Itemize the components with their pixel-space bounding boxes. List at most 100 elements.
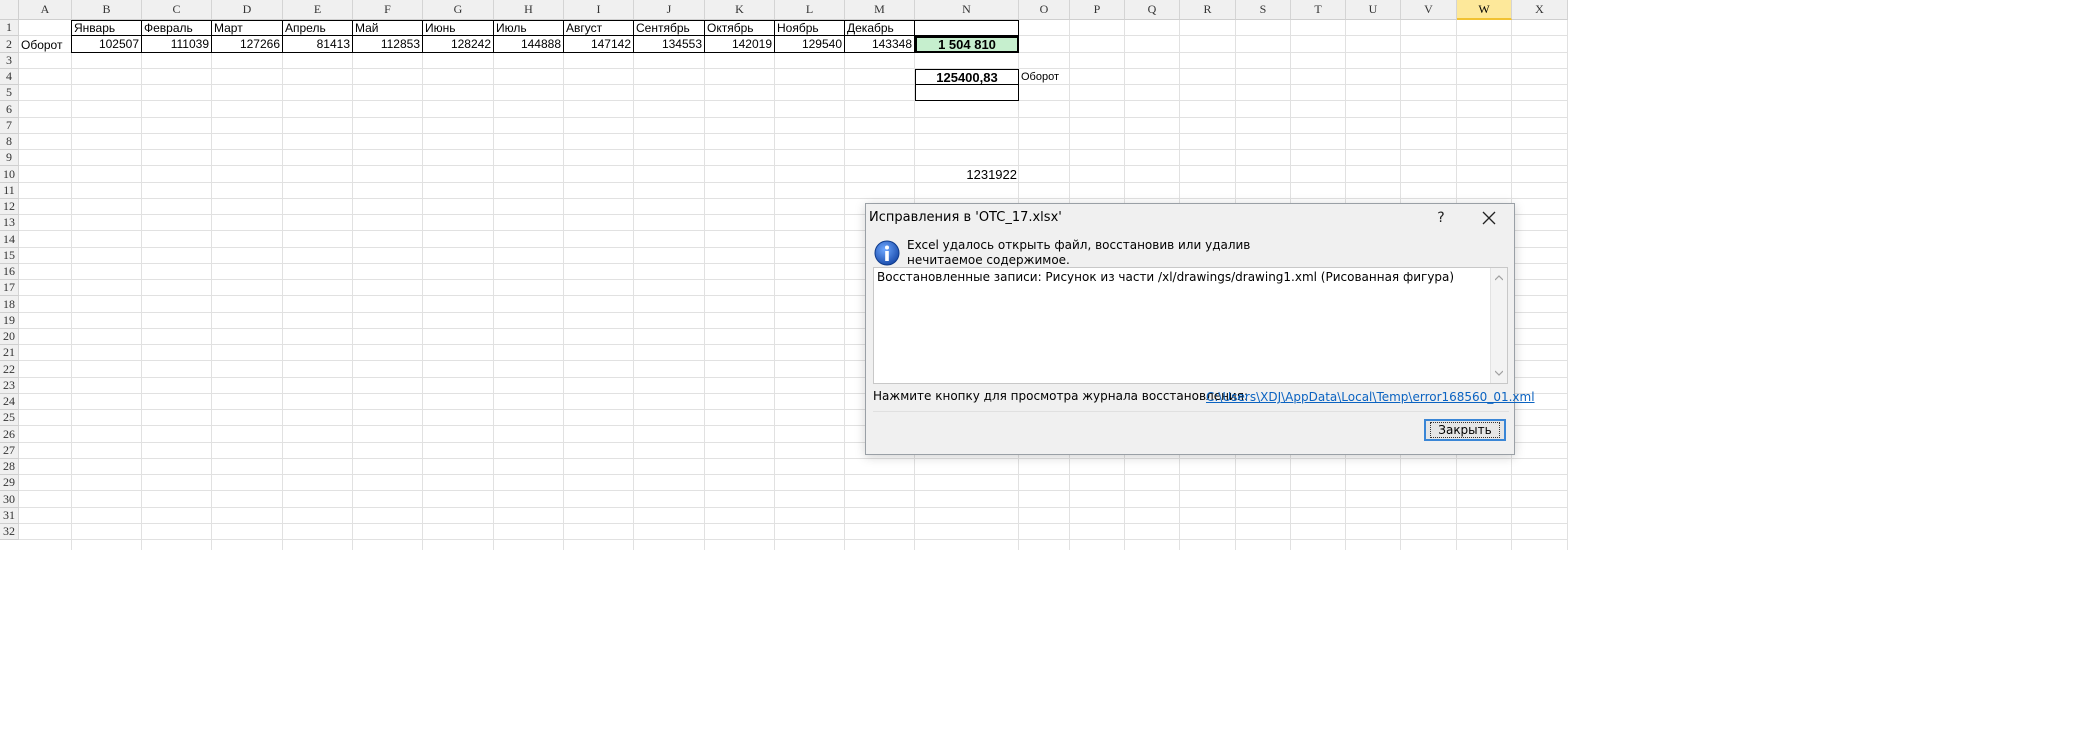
- column-header-v[interactable]: V: [1401, 0, 1457, 20]
- row-header-5[interactable]: 5: [0, 85, 19, 101]
- column-header-k[interactable]: K: [705, 0, 775, 20]
- row-header-22[interactable]: 22: [0, 361, 19, 378]
- details-scrollbar[interactable]: [1490, 268, 1507, 383]
- column-header-s[interactable]: S: [1236, 0, 1291, 20]
- month-value-cell[interactable]: 142019: [704, 35, 775, 53]
- month-header-cell[interactable]: Декабрь: [844, 20, 915, 36]
- month-header-cell[interactable]: Октябрь: [704, 20, 775, 36]
- help-button[interactable]: ?: [1431, 208, 1451, 228]
- month-value-cell[interactable]: 134553: [633, 35, 705, 53]
- row-header-15[interactable]: 15: [0, 248, 19, 264]
- column-header-w[interactable]: W: [1457, 0, 1512, 20]
- scroll-up-icon[interactable]: [1495, 274, 1503, 282]
- month-value-cell[interactable]: 111039: [141, 35, 212, 53]
- month-header-cell[interactable]: Май: [352, 20, 423, 36]
- row-header-28[interactable]: 28: [0, 459, 19, 475]
- average-label-cell[interactable]: Оборот: [1019, 69, 1070, 85]
- row-header-3[interactable]: 3: [0, 53, 19, 69]
- total-cell[interactable]: 1 504 810: [915, 36, 1019, 53]
- row-header-25[interactable]: 25: [0, 410, 19, 426]
- close-button[interactable]: Закрыть: [1424, 419, 1506, 441]
- column-header-g[interactable]: G: [423, 0, 494, 20]
- row-header-18[interactable]: 18: [0, 296, 19, 313]
- row-header-13[interactable]: 13: [0, 215, 19, 231]
- column-header-a[interactable]: A: [19, 0, 72, 20]
- gridline-h: [19, 149, 1568, 150]
- row-header-26[interactable]: 26: [0, 426, 19, 443]
- row-header-9[interactable]: 9: [0, 150, 19, 166]
- month-header-cell[interactable]: Апрель: [282, 20, 353, 36]
- row-header-20[interactable]: 20: [0, 329, 19, 345]
- column-header-l[interactable]: L: [775, 0, 845, 20]
- select-all-corner[interactable]: [0, 0, 19, 20]
- close-x-button[interactable]: [1478, 208, 1500, 228]
- column-header-c[interactable]: C: [142, 0, 212, 20]
- column-header-r[interactable]: R: [1180, 0, 1236, 20]
- column-header-u[interactable]: U: [1346, 0, 1401, 20]
- row-header-29[interactable]: 29: [0, 475, 19, 491]
- month-value-cell[interactable]: 129540: [774, 35, 845, 53]
- details-textbox[interactable]: Восстановленные записи: Рисунок из части…: [873, 267, 1508, 384]
- month-header-cell[interactable]: Март: [211, 20, 283, 36]
- row-header-31[interactable]: 31: [0, 508, 19, 524]
- n10-cell[interactable]: 1231922: [915, 166, 1019, 183]
- column-header-x[interactable]: X: [1512, 0, 1568, 20]
- row-header-23[interactable]: 23: [0, 378, 19, 394]
- row-header-17[interactable]: 17: [0, 280, 19, 296]
- row-header-4[interactable]: 4: [0, 69, 19, 85]
- row-header-2[interactable]: 2: [0, 36, 19, 53]
- month-value-cell[interactable]: 127266: [211, 35, 283, 53]
- scroll-down-icon[interactable]: [1495, 369, 1503, 377]
- column-header-h[interactable]: H: [494, 0, 564, 20]
- column-header-t[interactable]: T: [1291, 0, 1346, 20]
- column-header-n[interactable]: N: [915, 0, 1019, 20]
- month-header-cell[interactable]: Сентябрь: [633, 20, 705, 36]
- log-file-link[interactable]: C:\Users\XDJ\AppData\Local\Temp\error168…: [1206, 390, 1535, 404]
- month-value-cell[interactable]: 102507: [71, 35, 142, 53]
- column-header-q[interactable]: Q: [1125, 0, 1180, 20]
- row-header-14[interactable]: 14: [0, 231, 19, 248]
- column-header-f[interactable]: F: [353, 0, 423, 20]
- row-header-10[interactable]: 10: [0, 166, 19, 183]
- row-header-16[interactable]: 16: [0, 264, 19, 280]
- n1-cell[interactable]: [914, 20, 1019, 36]
- row-label-cell[interactable]: Оборот: [19, 36, 72, 53]
- column-header-o[interactable]: O: [1019, 0, 1070, 20]
- month-header-cell[interactable]: Февраль: [141, 20, 212, 36]
- column-header-m[interactable]: M: [845, 0, 915, 20]
- row-header-24[interactable]: 24: [0, 394, 19, 410]
- column-header-j[interactable]: J: [634, 0, 705, 20]
- row-header-1[interactable]: 1: [0, 20, 19, 36]
- column-header-e[interactable]: E: [283, 0, 353, 20]
- close-icon: [1482, 211, 1496, 225]
- row-header-32[interactable]: 32: [0, 524, 19, 540]
- column-header-p[interactable]: P: [1070, 0, 1125, 20]
- row-header-6[interactable]: 6: [0, 101, 19, 118]
- column-header-b[interactable]: B: [72, 0, 142, 20]
- row-header-11[interactable]: 11: [0, 183, 19, 199]
- month-header-cell[interactable]: Август: [563, 20, 634, 36]
- month-header-cell[interactable]: Июль: [493, 20, 564, 36]
- month-value-cell[interactable]: 128242: [422, 35, 494, 53]
- month-header-cell[interactable]: Январь: [71, 20, 142, 36]
- row-header-7[interactable]: 7: [0, 118, 19, 134]
- row-header-12[interactable]: 12: [0, 199, 19, 215]
- column-header-i[interactable]: I: [564, 0, 634, 20]
- average-cell[interactable]: 125400,83: [915, 69, 1019, 85]
- gridline-h: [19, 539, 1568, 540]
- month-header-cell[interactable]: Июнь: [422, 20, 494, 36]
- column-header-d[interactable]: D: [212, 0, 283, 20]
- month-header-cell[interactable]: Ноябрь: [774, 20, 845, 36]
- month-value-cell[interactable]: 147142: [563, 35, 634, 53]
- n5-cell[interactable]: [915, 84, 1019, 101]
- month-value-cell[interactable]: 143348: [844, 35, 915, 53]
- month-value-cell[interactable]: 81413: [282, 35, 353, 53]
- month-value-cell[interactable]: 112853: [352, 35, 423, 53]
- row-header-30[interactable]: 30: [0, 491, 19, 508]
- dialog-message: Excel удалось открыть файл, восстановив …: [907, 238, 1251, 267]
- month-value-cell[interactable]: 144888: [493, 35, 564, 53]
- row-header-19[interactable]: 19: [0, 313, 19, 329]
- row-header-21[interactable]: 21: [0, 345, 19, 361]
- row-header-8[interactable]: 8: [0, 134, 19, 150]
- row-header-27[interactable]: 27: [0, 443, 19, 459]
